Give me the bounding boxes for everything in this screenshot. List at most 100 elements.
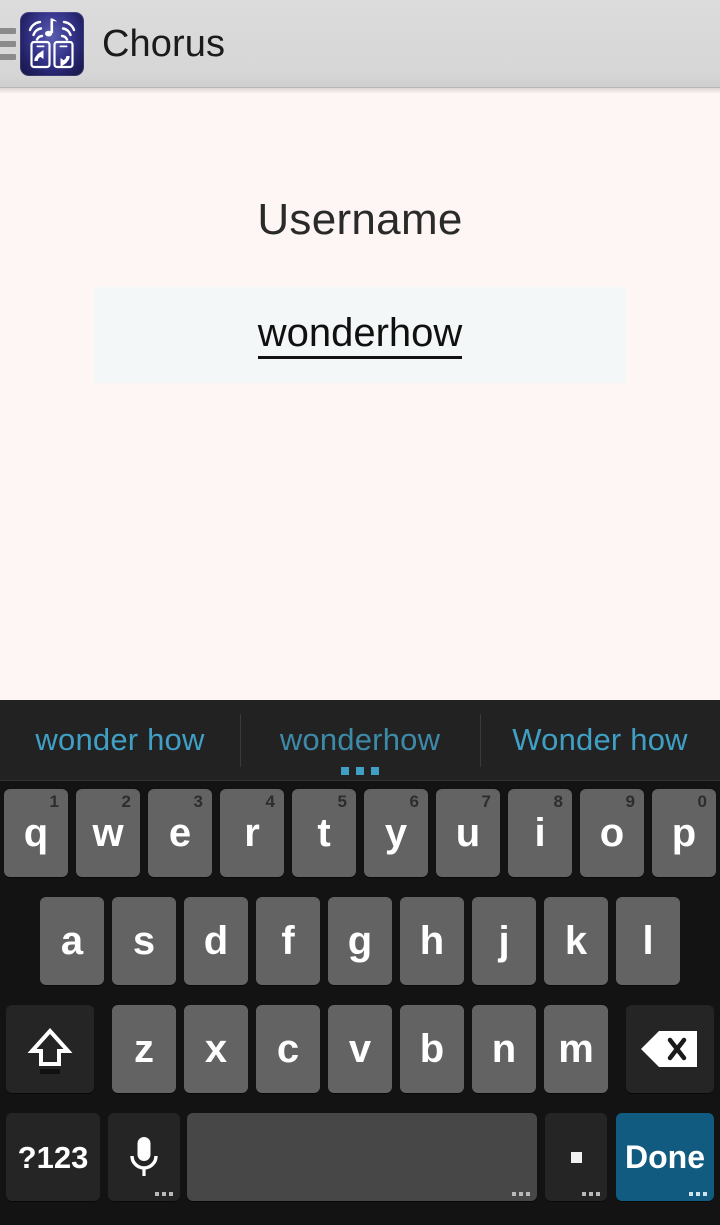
- suggestion-item-0[interactable]: wonder how: [0, 700, 240, 781]
- key-b[interactable]: b: [400, 1005, 464, 1093]
- keyboard-row-4: ?123 Done: [0, 1109, 720, 1217]
- key-label: e: [168, 811, 192, 855]
- key-g[interactable]: g: [328, 897, 392, 985]
- shift-arrow-icon: [27, 1028, 73, 1074]
- key-number: 7: [481, 792, 491, 811]
- chorus-app-icon[interactable]: [20, 11, 84, 76]
- key-label: n: [491, 1027, 517, 1071]
- suggestion-bar: wonder how wonderhow Wonder how: [0, 700, 720, 781]
- backspace-delete-icon: [641, 1031, 697, 1067]
- suggestion-label: Wonder how: [512, 722, 688, 757]
- key-d[interactable]: d: [184, 897, 248, 985]
- key-number: 6: [409, 792, 419, 811]
- key-label: m: [558, 1027, 594, 1071]
- key-i[interactable]: 8 i: [508, 789, 572, 877]
- key-number: 9: [625, 792, 635, 811]
- key-options-dots: [582, 1192, 600, 1196]
- key-label: ?123: [17, 1139, 89, 1175]
- key-n[interactable]: n: [472, 1005, 536, 1093]
- keyboard-rows: 1 q 2 w 3 e 4 r 5 t 6 y 7 u 8 i 9 o 0 p …: [0, 781, 720, 1225]
- key-number: 1: [49, 792, 59, 811]
- shift-key[interactable]: [6, 1005, 94, 1093]
- key-l[interactable]: l: [616, 897, 680, 985]
- space-key[interactable]: [187, 1113, 537, 1201]
- key-h[interactable]: h: [400, 897, 464, 985]
- done-key[interactable]: Done: [616, 1113, 714, 1201]
- suggestion-label: wonder how: [35, 722, 205, 757]
- key-label: a: [60, 919, 84, 963]
- key-label: i: [534, 811, 546, 855]
- key-a[interactable]: a: [40, 897, 104, 985]
- key-label: l: [642, 919, 654, 963]
- hamburger-menu-icon[interactable]: [0, 27, 16, 60]
- key-label: k: [564, 919, 588, 963]
- key-label: d: [203, 919, 229, 963]
- key-label: y: [384, 811, 408, 855]
- key-j[interactable]: j: [472, 897, 536, 985]
- suggestion-item-1[interactable]: wonderhow: [240, 700, 480, 781]
- keyboard-row-1: 1 q 2 w 3 e 4 r 5 t 6 y 7 u 8 i 9 o 0 p: [0, 785, 720, 893]
- key-u[interactable]: 7 u: [436, 789, 500, 877]
- on-screen-keyboard: wonder how wonderhow Wonder how 1 q 2 w: [0, 700, 720, 1225]
- key-p[interactable]: 0 p: [652, 789, 716, 877]
- key-number: 8: [553, 792, 563, 811]
- suggestion-label: wonderhow: [279, 722, 441, 757]
- key-number: 4: [265, 792, 275, 811]
- app-header: Chorus: [0, 0, 720, 94]
- key-label: t: [317, 811, 331, 855]
- key-e[interactable]: 3 e: [148, 789, 212, 877]
- key-v[interactable]: v: [328, 1005, 392, 1093]
- key-label: h: [419, 919, 445, 963]
- voice-input-key[interactable]: [108, 1113, 180, 1201]
- key-y[interactable]: 6 y: [364, 789, 428, 877]
- suggestion-item-2[interactable]: Wonder how: [480, 700, 720, 781]
- key-label: s: [132, 919, 156, 963]
- key-label: x: [204, 1027, 228, 1071]
- key-label: o: [599, 811, 625, 855]
- key-w[interactable]: 2 w: [76, 789, 140, 877]
- key-c[interactable]: c: [256, 1005, 320, 1093]
- key-m[interactable]: m: [544, 1005, 608, 1093]
- keyboard-row-2: a s d f g h j k l: [0, 893, 720, 1001]
- key-options-dots: [155, 1192, 173, 1196]
- key-label: r: [244, 811, 260, 855]
- key-s[interactable]: s: [112, 897, 176, 985]
- key-k[interactable]: k: [544, 897, 608, 985]
- key-label: Done: [625, 1139, 705, 1175]
- key-z[interactable]: z: [112, 1005, 176, 1093]
- form-content: Username wonderhow: [0, 94, 720, 700]
- key-f[interactable]: f: [256, 897, 320, 985]
- key-label: p: [671, 811, 697, 855]
- key-label: w: [92, 811, 124, 855]
- username-label: Username: [257, 195, 463, 244]
- key-label: u: [455, 811, 481, 855]
- key-number: 3: [193, 792, 203, 811]
- more-suggestions-icon[interactable]: [341, 766, 379, 775]
- key-number: 5: [337, 792, 347, 811]
- key-label: b: [419, 1027, 445, 1071]
- microphone-icon: [130, 1137, 158, 1176]
- key-o[interactable]: 9 o: [580, 789, 644, 877]
- key-label: f: [281, 919, 295, 963]
- period-key[interactable]: [545, 1113, 607, 1201]
- key-label: q: [23, 811, 49, 855]
- key-label: j: [498, 919, 510, 963]
- period-glyph: [570, 1151, 582, 1163]
- key-x[interactable]: x: [184, 1005, 248, 1093]
- key-label: c: [276, 1027, 300, 1071]
- page-title: Chorus: [102, 22, 226, 65]
- keyboard-row-3: z x c v b n m: [0, 1001, 720, 1109]
- app-screen: Chorus Username wonderhow wonder how won…: [0, 0, 720, 1225]
- username-field[interactable]: wonderhow: [94, 287, 626, 383]
- key-options-dots: [512, 1192, 530, 1196]
- key-number: 2: [121, 792, 131, 811]
- key-number: 0: [697, 792, 707, 811]
- key-t[interactable]: 5 t: [292, 789, 356, 877]
- username-value: wonderhow: [257, 312, 463, 359]
- key-r[interactable]: 4 r: [220, 789, 284, 877]
- key-label: z: [134, 1027, 154, 1071]
- symbols-key[interactable]: ?123: [6, 1113, 100, 1201]
- key-q[interactable]: 1 q: [4, 789, 68, 877]
- backspace-key[interactable]: [626, 1005, 714, 1093]
- key-label: g: [347, 919, 373, 963]
